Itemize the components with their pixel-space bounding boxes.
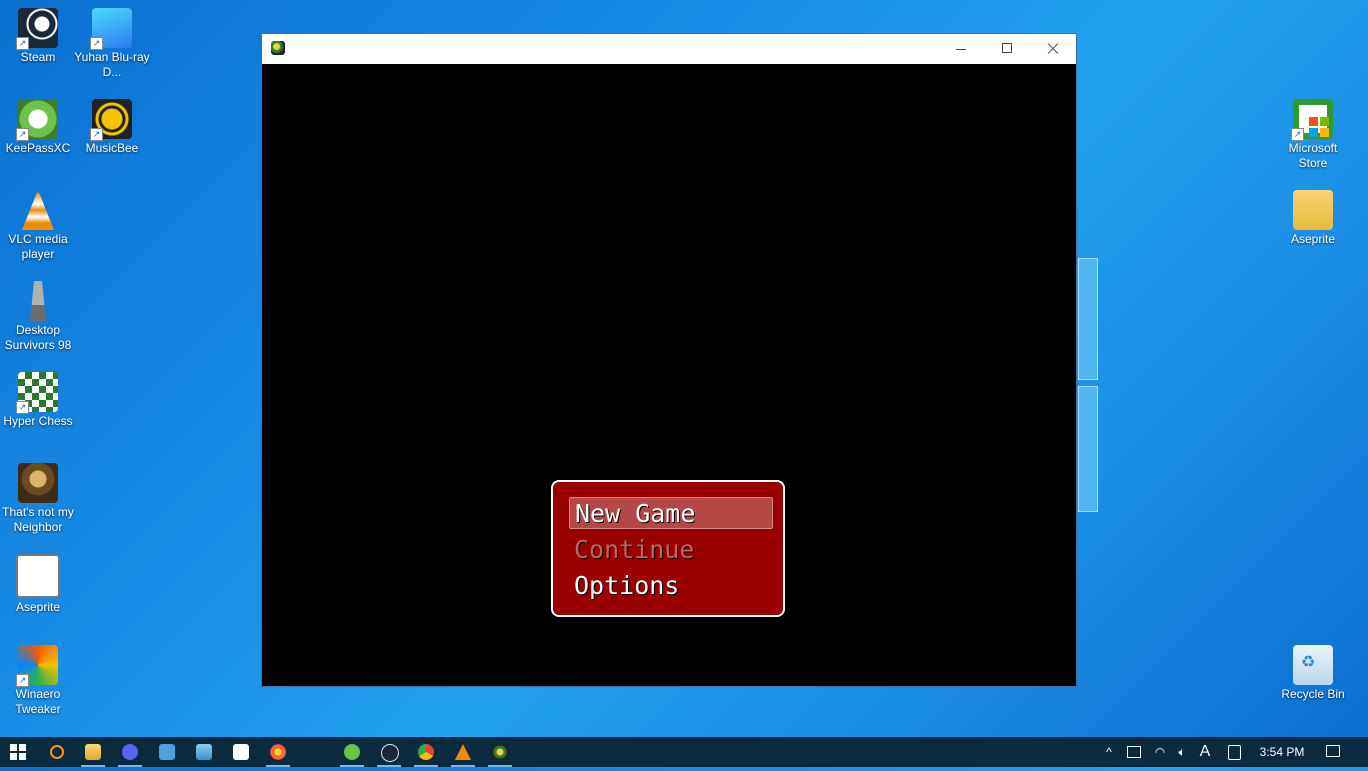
menu-item-options[interactable]: Options	[569, 570, 773, 602]
desktop-icon-label: Steam	[20, 50, 56, 64]
desktop-icon-musicbee[interactable]: ↗ MusicBee	[74, 91, 150, 156]
folder-icon	[1293, 190, 1333, 230]
desktop-icon-label: MusicBee	[85, 141, 139, 155]
desktop-icon-label: Desktop Survivors 98	[4, 323, 72, 352]
speaker-icon: 🔈︎	[1178, 745, 1186, 759]
discord-icon	[122, 744, 138, 760]
game-app-icon	[492, 744, 508, 760]
show-hidden-icons-button[interactable]: ^	[1100, 737, 1118, 767]
taskbar-file-explorer[interactable]	[75, 737, 111, 767]
desktop-icon-recycle-bin[interactable]: Recycle Bin	[1275, 637, 1351, 702]
winaero-tweaker-icon: ↗	[16, 645, 58, 687]
desktop-icon-microsoft-store[interactable]: ↗ Microsoft Store	[1275, 91, 1351, 171]
vlc-icon	[22, 190, 54, 230]
taskbar-vlc[interactable]	[445, 737, 481, 767]
microsoft-store-icon: ↗	[1291, 99, 1333, 141]
aseprite-icon	[16, 554, 60, 598]
windows-start-icon	[10, 744, 26, 760]
volume-button[interactable]: 🔈︎	[1172, 737, 1192, 767]
wifi-icon: ◠	[1154, 745, 1166, 759]
game-window: New Game Continue Options	[261, 33, 1077, 687]
network-button[interactable]: ◠	[1150, 737, 1170, 767]
desktop-icon-label: VLC media player	[8, 232, 68, 261]
desktop-icon-hyper-chess[interactable]: ↗ Hyper Chess	[0, 364, 76, 429]
file-explorer-icon	[85, 744, 101, 760]
steam-icon	[381, 744, 399, 762]
desktop-icon-label: Winaero Tweaker	[15, 687, 61, 716]
desktop-icon-label: Aseprite	[1290, 232, 1336, 246]
desktop-icon-label: Recycle Bin	[1281, 687, 1345, 701]
taskbar-firefox[interactable]	[260, 737, 296, 767]
desktop-icon-steam[interactable]: ↗ Steam	[0, 0, 76, 65]
keepassxc-icon: ↗	[16, 99, 58, 141]
desktop-icon-label: KeePassXC	[5, 141, 71, 155]
hyper-chess-icon: ↗	[16, 372, 58, 414]
desktop-icon-desktop-survivors[interactable]: Desktop Survivors 98	[0, 273, 76, 353]
taskbar-steam[interactable]	[371, 737, 407, 767]
minimize-button[interactable]	[938, 34, 984, 64]
game-app-icon	[271, 41, 285, 55]
desktop-icon-label: Hyper Chess	[3, 414, 73, 428]
vlc-icon	[455, 744, 471, 760]
menu-item-continue[interactable]: Continue	[569, 534, 773, 566]
yuhan-bluray-icon: ↗	[90, 8, 132, 50]
desktop-icon-thats-not-my-neighbor[interactable]: That's not my Neighbor	[0, 455, 76, 535]
recycle-bin-icon	[1293, 645, 1333, 685]
control-panel-icon	[159, 744, 175, 760]
desktop-icon-vlc[interactable]: VLC media player	[0, 182, 76, 262]
notification-center-icon[interactable]	[1326, 745, 1340, 757]
desktop-icon-label: That's not my Neighbor	[2, 505, 74, 534]
desktop-icon-yuhan[interactable]: ↗ Yuhan Blu-ray D...	[74, 0, 150, 80]
desktop-survivors-icon	[30, 281, 46, 321]
start-button[interactable]	[0, 737, 36, 767]
taskbar-photos[interactable]	[186, 737, 222, 767]
app-tray-icon	[1227, 745, 1241, 760]
tray-app-icon-2[interactable]	[1224, 737, 1244, 767]
screen-icon	[1127, 746, 1141, 758]
photos-icon	[196, 744, 212, 760]
close-button[interactable]	[1030, 34, 1076, 64]
desktop-icon-aseprite[interactable]: Aseprite	[0, 546, 76, 615]
tray-app-icon[interactable]	[1124, 737, 1144, 767]
window-titlebar[interactable]	[262, 34, 1076, 64]
input-method-button[interactable]: A	[1196, 737, 1214, 767]
game-canvas[interactable]: New Game Continue Options	[262, 64, 1076, 686]
desktop-icon-label: Aseprite	[15, 600, 61, 614]
menu-item-new-game[interactable]: New Game	[569, 497, 773, 529]
taskbar-chrome[interactable]	[408, 737, 444, 767]
musicbee-icon: ↗	[90, 99, 132, 141]
desktop-icon-aseprite-folder[interactable]: Aseprite	[1275, 182, 1351, 247]
keepassxc-icon	[344, 744, 360, 760]
taskbar-discord[interactable]	[112, 737, 148, 767]
title-menu: New Game Continue Options	[551, 480, 785, 617]
taskbar-control-panel[interactable]	[149, 737, 185, 767]
chevron-up-icon: ^	[1106, 745, 1112, 759]
search-icon	[50, 745, 64, 759]
microsoft-store-icon	[233, 744, 249, 760]
clock-time: 3:54 PM	[1259, 745, 1305, 759]
taskbar: ^ ◠ 🔈︎ A 3:54 PM	[0, 737, 1368, 767]
ime-indicator: A	[1199, 743, 1211, 760]
taskbar-search[interactable]	[38, 737, 74, 767]
desktop-icon-label: Yuhan Blu-ray D...	[74, 50, 150, 79]
clock[interactable]: 3:54 PM	[1256, 737, 1308, 767]
desktop-icon-winaero-tweaker[interactable]: ↗ Winaero Tweaker	[0, 637, 76, 717]
taskbar-game[interactable]	[482, 737, 518, 767]
steam-icon: ↗	[16, 8, 58, 50]
chrome-icon	[418, 744, 434, 760]
desktop-icon-label: Microsoft Store	[1288, 141, 1338, 170]
thats-not-my-neighbor-icon	[18, 463, 58, 503]
taskbar-microsoft-store[interactable]	[223, 737, 259, 767]
maximize-button[interactable]	[984, 34, 1030, 64]
firefox-icon	[270, 744, 286, 760]
desktop-icon-keepassxc[interactable]: ↗ KeePassXC	[0, 91, 76, 156]
taskbar-keepassxc[interactable]	[334, 737, 370, 767]
